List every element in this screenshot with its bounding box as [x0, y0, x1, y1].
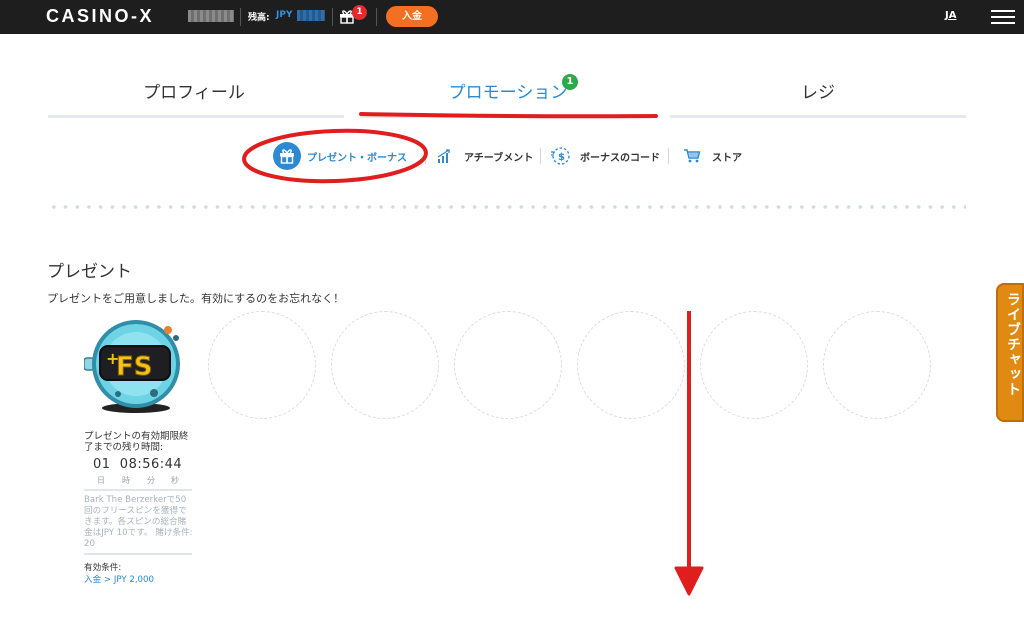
gift-count-badge: 1	[352, 5, 367, 20]
timer-unit: 分	[147, 476, 155, 485]
free-spins-label: FS	[116, 352, 153, 382]
divider	[668, 148, 669, 164]
gift-icon	[273, 142, 301, 170]
tab-cashier[interactable]: レジ	[670, 78, 966, 103]
subtab-bonus-code[interactable]: $ ボーナスのコード	[546, 140, 660, 172]
timer-unit: 秒	[171, 476, 179, 485]
live-chat-label[interactable]: ライブチャット	[999, 292, 1023, 397]
condition-title: 有効条件:	[84, 563, 122, 573]
subtab-label: ボーナスのコード	[580, 152, 660, 164]
language-selector[interactable]: JA	[945, 10, 956, 21]
free-spins-icon[interactable]: + FS	[84, 318, 186, 420]
section-title: プレゼント	[47, 262, 132, 282]
empty-present-slot	[700, 311, 808, 419]
divider	[376, 8, 377, 26]
tab-profile[interactable]: プロフィール	[48, 78, 340, 103]
dotted-divider	[48, 204, 966, 210]
balance-label: 残高:	[248, 13, 270, 23]
card-divider	[84, 553, 192, 555]
tab-underline	[48, 115, 344, 118]
card-divider	[84, 489, 192, 491]
deposit-button[interactable]: 入金	[386, 6, 438, 27]
tab-underline	[360, 115, 656, 118]
svg-text:$: $	[558, 152, 565, 163]
subtab-label: アチーブメント	[464, 152, 534, 164]
subtab-store[interactable]: ストア	[678, 140, 742, 172]
empty-present-slot	[454, 311, 562, 419]
bonus-code-icon: $	[546, 142, 574, 170]
cart-icon	[678, 142, 706, 170]
countdown-timer: 01 08:56:44	[93, 457, 183, 472]
divider	[240, 8, 241, 26]
empty-present-slot	[208, 311, 316, 419]
tab-underline	[670, 115, 966, 118]
divider	[332, 8, 333, 26]
balance-currency: JPY	[276, 10, 293, 20]
empty-present-slot	[823, 311, 931, 419]
subtab-achievements[interactable]: アチーブメント	[430, 140, 533, 172]
expiry-label: プレゼントの有効期限終了までの残り時間:	[84, 431, 189, 453]
top-bar: CASINO-X 残高: JPY 1 入金 JA	[0, 0, 1024, 34]
annotation-arrow-head	[674, 566, 704, 596]
timer-unit: 日	[97, 476, 105, 485]
timer-unit: 時	[122, 476, 130, 485]
empty-present-slot	[331, 311, 439, 419]
hamburger-menu-icon[interactable]	[991, 10, 1015, 24]
subtab-label: ストア	[712, 152, 742, 164]
chart-icon	[430, 142, 458, 170]
masked-balance	[297, 10, 325, 21]
tab-promotion[interactable]: プロモーション	[360, 78, 656, 103]
site-logo[interactable]: CASINO-X	[46, 6, 154, 27]
promotion-badge: 1	[562, 74, 578, 90]
subtab-label: プレゼント・ボーナス	[307, 152, 407, 164]
empty-present-slot	[577, 311, 685, 419]
section-description: プレゼントをご用意しました。有効にするのをお忘れなく！	[47, 292, 345, 305]
present-detail: Bark The Berzerkerで50回のフリースピンを獲得できます。各スピ…	[84, 495, 193, 549]
divider	[425, 148, 426, 164]
subtab-present-bonus[interactable]: プレゼント・ボーナス	[273, 140, 407, 172]
divider	[540, 148, 541, 164]
condition-link[interactable]: 入金 > JPY 2,000	[84, 573, 154, 585]
masked-username	[188, 10, 234, 22]
